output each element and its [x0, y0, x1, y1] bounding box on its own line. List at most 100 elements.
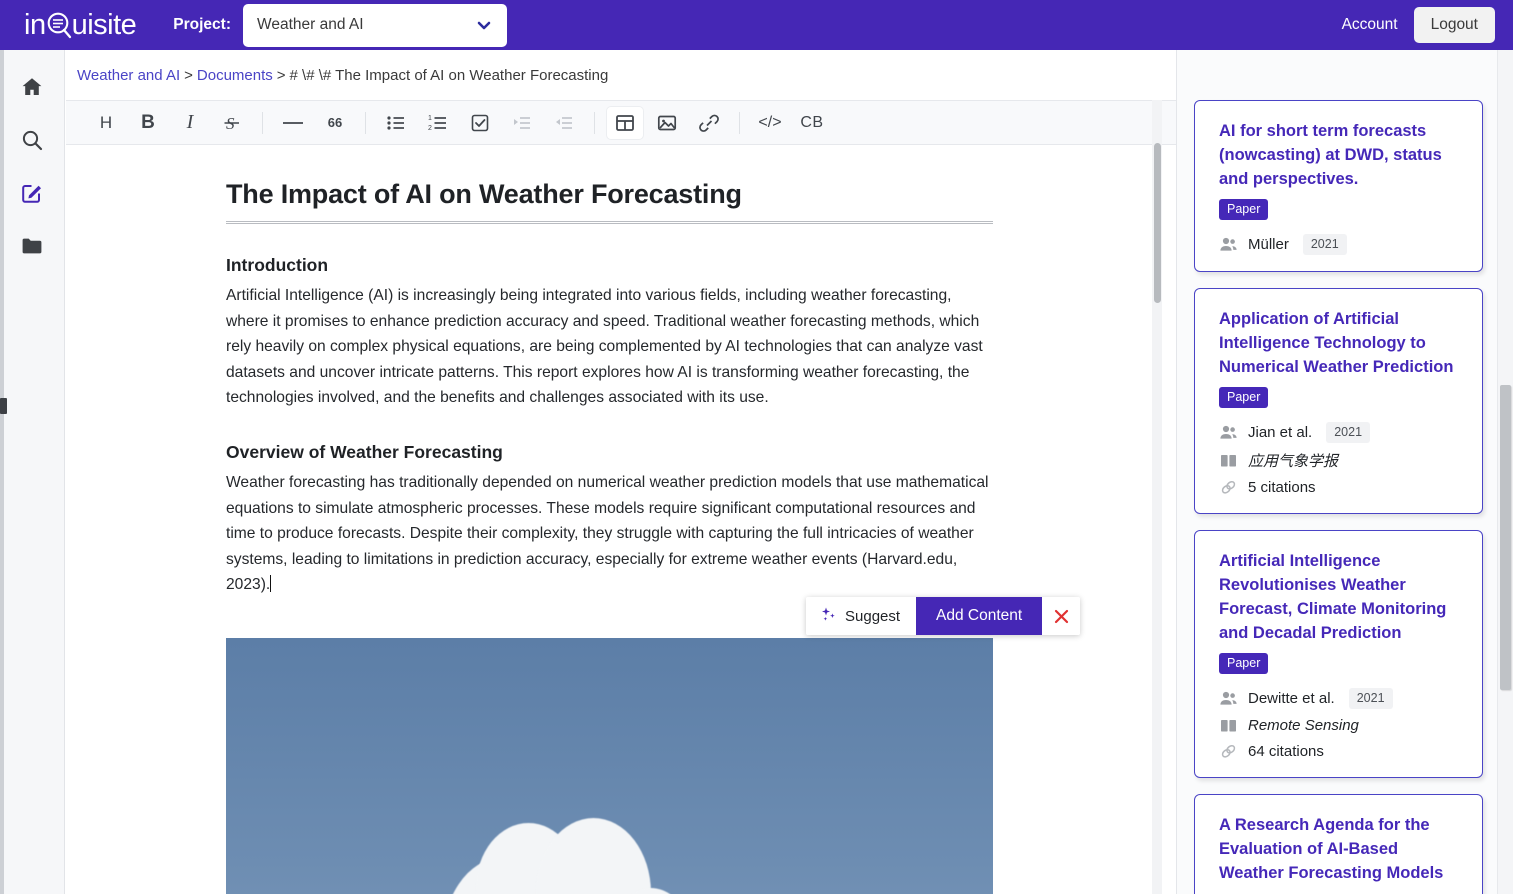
sparkles-icon	[820, 606, 837, 627]
reference-authors: Dewitte et al.	[1248, 690, 1335, 707]
horizontal-rule-button[interactable]	[275, 107, 311, 139]
book-icon	[1219, 451, 1238, 470]
sidebar-item-editor[interactable]	[15, 178, 49, 212]
rail-resize-edge[interactable]	[0, 50, 4, 894]
section-heading-introduction: Introduction	[226, 255, 993, 276]
reference-title[interactable]: Application of Artificial Intelligence T…	[1219, 307, 1462, 379]
reference-card[interactable]: AI for short term forecasts (nowcasting)…	[1194, 100, 1483, 272]
reference-authors: Müller	[1248, 236, 1289, 253]
link-button[interactable]	[691, 107, 727, 139]
people-icon	[1219, 423, 1238, 442]
reference-citations-row: 5 citations	[1219, 478, 1462, 497]
document-body: The Impact of AI on Weather Forecasting …	[66, 146, 1144, 894]
reference-year: 2021	[1303, 234, 1347, 255]
strikethrough-button[interactable]: S	[214, 107, 250, 139]
image-button[interactable]	[649, 107, 685, 139]
chevron-down-icon	[474, 15, 494, 35]
edit-square-icon	[20, 181, 44, 210]
reference-citations: 64 citations	[1248, 743, 1324, 760]
logout-button[interactable]: Logout	[1414, 7, 1495, 43]
reference-journal: Remote Sensing	[1248, 717, 1359, 734]
page-scrollbar-thumb[interactable]	[1500, 385, 1511, 690]
section-paragraph-introduction[interactable]: Artificial Intelligence (AI) is increasi…	[226, 283, 993, 411]
numbered-list-button[interactable]: 12	[420, 107, 456, 139]
editor-toolbar: H B I S 66 12	[66, 101, 1176, 145]
heading-button[interactable]: H	[88, 107, 124, 139]
status-badge: Paper	[1219, 653, 1268, 674]
outdent-button[interactable]	[546, 107, 582, 139]
reference-card[interactable]: Application of Artificial Intelligence T…	[1194, 288, 1483, 514]
breadcrumb-project-link[interactable]: Weather and AI	[77, 67, 180, 84]
toolbar-divider-1	[262, 112, 263, 134]
text-caret	[270, 575, 271, 592]
link-icon	[1219, 478, 1238, 497]
reference-journal-row: 应用气象学报	[1219, 450, 1462, 471]
section-paragraph-overview[interactable]: Weather forecasting has traditionally de…	[226, 470, 993, 598]
people-icon	[1219, 235, 1238, 254]
sidebar-item-files[interactable]	[15, 231, 49, 265]
reference-citations-row: 64 citations	[1219, 742, 1462, 761]
reference-authors: Jian et al.	[1248, 424, 1312, 441]
suggest-button[interactable]: Suggest	[806, 597, 916, 635]
brand-logo[interactable]: in uisite	[24, 9, 136, 42]
project-select[interactable]: Weather and AI	[243, 4, 507, 47]
top-bar: in uisite Project: Weather and AI Account…	[0, 0, 1513, 50]
bullet-list-button[interactable]	[378, 107, 414, 139]
folder-icon	[20, 234, 44, 263]
editor-panel: H B I S 66 12	[66, 100, 1176, 894]
app-root: in uisite Project: Weather and AI Account…	[0, 0, 1513, 894]
close-icon[interactable]	[1042, 597, 1080, 635]
left-nav-rail	[0, 50, 65, 894]
reference-title[interactable]: Artificial Intelligence Revolutionises W…	[1219, 549, 1462, 645]
table-button[interactable]	[607, 107, 643, 139]
reference-journal: 应用气象学报	[1248, 450, 1338, 471]
sidebar-item-search[interactable]	[15, 125, 49, 159]
bold-button[interactable]: B	[130, 107, 166, 139]
editor-scrollbar-thumb[interactable]	[1154, 143, 1161, 303]
project-label: Project:	[173, 16, 231, 34]
suggestion-popup: Suggest Add Content	[806, 597, 1080, 635]
reference-citations: 5 citations	[1248, 479, 1316, 496]
citation-block-button[interactable]: CB	[794, 107, 830, 139]
code-button[interactable]: </>	[752, 107, 788, 139]
document-image[interactable]	[226, 638, 993, 894]
top-bar-right: Account Logout	[1342, 0, 1495, 50]
add-content-button[interactable]: Add Content	[916, 597, 1042, 635]
reference-title[interactable]: AI for short term forecasts (nowcasting)…	[1219, 119, 1462, 191]
home-icon	[20, 75, 44, 104]
toolbar-divider-4	[739, 112, 740, 134]
suggest-label: Suggest	[845, 608, 900, 625]
reference-year: 2021	[1326, 422, 1370, 443]
section-paragraph-overview-text: Weather forecasting has traditionally de…	[226, 474, 989, 593]
reference-card[interactable]: Artificial Intelligence Revolutionises W…	[1194, 530, 1483, 778]
reference-journal-row: Remote Sensing	[1219, 716, 1462, 735]
search-icon	[20, 128, 44, 157]
account-link[interactable]: Account	[1342, 16, 1398, 34]
reference-authors-row: Müller 2021	[1219, 234, 1462, 255]
page-title: The Impact of AI on Weather Forecasting	[226, 179, 993, 224]
brand-logo-text-right: uisite	[72, 9, 137, 42]
task-list-button[interactable]	[462, 107, 498, 139]
reference-authors-row: Jian et al. 2021	[1219, 422, 1462, 443]
status-badge: Paper	[1219, 199, 1268, 220]
reference-card[interactable]: A Research Agenda for the Evaluation of …	[1194, 794, 1483, 894]
blockquote-button[interactable]: 66	[317, 107, 353, 139]
document-scroll-area: The Impact of AI on Weather Forecasting …	[66, 146, 1176, 894]
reference-title[interactable]: A Research Agenda for the Evaluation of …	[1219, 813, 1462, 885]
reference-year: 2021	[1349, 688, 1393, 709]
section-heading-overview: Overview of Weather Forecasting	[226, 442, 993, 463]
rail-collapse-handle[interactable]	[0, 398, 7, 414]
reference-authors-row: Dewitte et al. 2021	[1219, 688, 1462, 709]
toolbar-divider-3	[594, 112, 595, 134]
book-icon	[1219, 716, 1238, 735]
breadcrumb-documents-link[interactable]: Documents	[197, 67, 273, 84]
project-select-value: Weather and AI	[257, 16, 364, 34]
brand-logo-text-left: in	[24, 9, 46, 42]
breadcrumb-current-document: # \# \# The Impact of AI on Weather Fore…	[290, 67, 609, 84]
italic-button[interactable]: I	[172, 107, 208, 139]
svg-text:2: 2	[428, 125, 432, 132]
indent-button[interactable]	[504, 107, 540, 139]
toolbar-divider-2	[365, 112, 366, 134]
sidebar-item-home[interactable]	[15, 72, 49, 106]
breadcrumb-separator-1: >	[184, 67, 193, 84]
